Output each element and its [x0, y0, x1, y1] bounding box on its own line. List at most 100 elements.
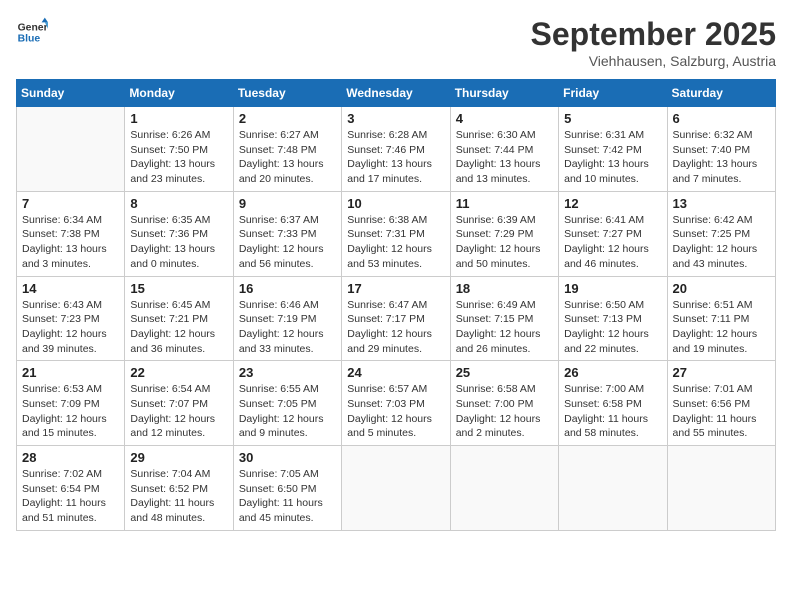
day-info: Sunrise: 6:54 AMSunset: 7:07 PMDaylight:… — [130, 382, 227, 441]
svg-text:Blue: Blue — [18, 34, 41, 45]
day-info: Sunrise: 7:01 AMSunset: 6:56 PMDaylight:… — [673, 382, 770, 441]
day-info: Sunrise: 6:37 AMSunset: 7:33 PMDaylight:… — [239, 213, 336, 272]
day-info: Sunrise: 6:28 AMSunset: 7:46 PMDaylight:… — [347, 128, 444, 187]
calendar-cell — [17, 107, 125, 192]
week-row-3: 14 Sunrise: 6:43 AMSunset: 7:23 PMDayligh… — [17, 276, 776, 361]
calendar-cell: 28 Sunrise: 7:02 AMSunset: 6:54 PMDayligh… — [17, 446, 125, 531]
day-number: 17 — [347, 281, 444, 296]
calendar-cell: 18 Sunrise: 6:49 AMSunset: 7:15 PMDayligh… — [450, 276, 558, 361]
day-number: 20 — [673, 281, 770, 296]
calendar-cell: 12Sunrise: 6:41 AMSunset: 7:27 PMDayligh… — [559, 191, 667, 276]
day-number: 26 — [564, 365, 661, 380]
day-info: Sunrise: 6:46 AMSunset: 7:19 PMDaylight:… — [239, 298, 336, 357]
day-number: 5 — [564, 111, 661, 126]
day-number: 16 — [239, 281, 336, 296]
calendar-cell: 17 Sunrise: 6:47 AMSunset: 7:17 PMDayligh… — [342, 276, 450, 361]
day-number: 23 — [239, 365, 336, 380]
weekday-header-row: SundayMondayTuesdayWednesdayThursdayFrid… — [17, 80, 776, 107]
day-info: Sunrise: 7:02 AMSunset: 6:54 PMDaylight:… — [22, 467, 119, 526]
calendar-cell: 22 Sunrise: 6:54 AMSunset: 7:07 PMDayligh… — [125, 361, 233, 446]
month-title: September 2025 — [531, 16, 776, 53]
calendar-cell: 29Sunrise: 7:04 AMSunset: 6:52 PMDayligh… — [125, 446, 233, 531]
day-number: 21 — [22, 365, 119, 380]
svg-text:General: General — [18, 22, 48, 33]
day-info: Sunrise: 6:47 AMSunset: 7:17 PMDaylight:… — [347, 298, 444, 357]
day-info: Sunrise: 6:31 AMSunset: 7:42 PMDaylight:… — [564, 128, 661, 187]
calendar-cell: 14 Sunrise: 6:43 AMSunset: 7:23 PMDayligh… — [17, 276, 125, 361]
day-number: 8 — [130, 196, 227, 211]
calendar-cell: 15 Sunrise: 6:45 AMSunset: 7:21 PMDayligh… — [125, 276, 233, 361]
calendar-cell: 10Sunrise: 6:38 AMSunset: 7:31 PMDayligh… — [342, 191, 450, 276]
calendar-cell: 21 Sunrise: 6:53 AMSunset: 7:09 PMDayligh… — [17, 361, 125, 446]
weekday-header-sunday: Sunday — [17, 80, 125, 107]
calendar-cell: 9 Sunrise: 6:37 AMSunset: 7:33 PMDaylight… — [233, 191, 341, 276]
day-info: Sunrise: 6:45 AMSunset: 7:21 PMDaylight:… — [130, 298, 227, 357]
day-number: 3 — [347, 111, 444, 126]
day-number: 15 — [130, 281, 227, 296]
calendar-cell — [559, 446, 667, 531]
day-number: 29 — [130, 450, 227, 465]
day-number: 19 — [564, 281, 661, 296]
calendar-cell: 19 Sunrise: 6:50 AMSunset: 7:13 PMDayligh… — [559, 276, 667, 361]
calendar-cell: 13 Sunrise: 6:42 AMSunset: 7:25 PMDayligh… — [667, 191, 775, 276]
week-row-4: 21 Sunrise: 6:53 AMSunset: 7:09 PMDayligh… — [17, 361, 776, 446]
day-number: 28 — [22, 450, 119, 465]
calendar-cell: 4Sunrise: 6:30 AMSunset: 7:44 PMDaylight… — [450, 107, 558, 192]
day-info: Sunrise: 6:39 AMSunset: 7:29 PMDaylight:… — [456, 213, 553, 272]
calendar-cell: 24 Sunrise: 6:57 AMSunset: 7:03 PMDayligh… — [342, 361, 450, 446]
day-info: Sunrise: 7:00 AMSunset: 6:58 PMDaylight:… — [564, 382, 661, 441]
day-info: Sunrise: 6:32 AMSunset: 7:40 PMDaylight:… — [673, 128, 770, 187]
weekday-header-saturday: Saturday — [667, 80, 775, 107]
day-number: 1 — [130, 111, 227, 126]
day-number: 11 — [456, 196, 553, 211]
day-number: 24 — [347, 365, 444, 380]
day-number: 4 — [456, 111, 553, 126]
day-number: 14 — [22, 281, 119, 296]
day-number: 25 — [456, 365, 553, 380]
weekday-header-thursday: Thursday — [450, 80, 558, 107]
header: General Blue September 2025 Viehhausen, … — [16, 16, 776, 69]
weekday-header-friday: Friday — [559, 80, 667, 107]
calendar-cell: 8 Sunrise: 6:35 AMSunset: 7:36 PMDaylight… — [125, 191, 233, 276]
calendar-table: SundayMondayTuesdayWednesdayThursdayFrid… — [16, 79, 776, 531]
week-row-2: 7 Sunrise: 6:34 AMSunset: 7:38 PMDaylight… — [17, 191, 776, 276]
day-info: Sunrise: 6:55 AMSunset: 7:05 PMDaylight:… — [239, 382, 336, 441]
calendar-cell — [342, 446, 450, 531]
calendar-cell: 20Sunrise: 6:51 AMSunset: 7:11 PMDayligh… — [667, 276, 775, 361]
day-info: Sunrise: 6:41 AMSunset: 7:27 PMDaylight:… — [564, 213, 661, 272]
day-info: Sunrise: 6:50 AMSunset: 7:13 PMDaylight:… — [564, 298, 661, 357]
day-number: 18 — [456, 281, 553, 296]
day-number: 13 — [673, 196, 770, 211]
day-number: 30 — [239, 450, 336, 465]
day-info: Sunrise: 6:26 AMSunset: 7:50 PMDaylight:… — [130, 128, 227, 187]
day-info: Sunrise: 6:49 AMSunset: 7:15 PMDaylight:… — [456, 298, 553, 357]
day-info: Sunrise: 6:42 AMSunset: 7:25 PMDaylight:… — [673, 213, 770, 272]
day-info: Sunrise: 6:35 AMSunset: 7:36 PMDaylight:… — [130, 213, 227, 272]
weekday-header-wednesday: Wednesday — [342, 80, 450, 107]
calendar-cell: 26 Sunrise: 7:00 AMSunset: 6:58 PMDayligh… — [559, 361, 667, 446]
week-row-5: 28 Sunrise: 7:02 AMSunset: 6:54 PMDayligh… — [17, 446, 776, 531]
day-number: 2 — [239, 111, 336, 126]
calendar-cell — [667, 446, 775, 531]
calendar-cell: 11 Sunrise: 6:39 AMSunset: 7:29 PMDayligh… — [450, 191, 558, 276]
calendar-cell: 6Sunrise: 6:32 AMSunset: 7:40 PMDaylight… — [667, 107, 775, 192]
day-number: 9 — [239, 196, 336, 211]
day-info: Sunrise: 6:53 AMSunset: 7:09 PMDaylight:… — [22, 382, 119, 441]
calendar-cell: 27Sunrise: 7:01 AMSunset: 6:56 PMDayligh… — [667, 361, 775, 446]
day-info: Sunrise: 6:38 AMSunset: 7:31 PMDaylight:… — [347, 213, 444, 272]
calendar-cell — [450, 446, 558, 531]
day-info: Sunrise: 6:57 AMSunset: 7:03 PMDaylight:… — [347, 382, 444, 441]
calendar-cell: 3 Sunrise: 6:28 AMSunset: 7:46 PMDaylight… — [342, 107, 450, 192]
calendar-cell: 5 Sunrise: 6:31 AMSunset: 7:42 PMDaylight… — [559, 107, 667, 192]
calendar-cell: 25Sunrise: 6:58 AMSunset: 7:00 PMDayligh… — [450, 361, 558, 446]
weekday-header-tuesday: Tuesday — [233, 80, 341, 107]
logo-icon: General Blue — [16, 16, 48, 48]
day-number: 22 — [130, 365, 227, 380]
day-info: Sunrise: 6:34 AMSunset: 7:38 PMDaylight:… — [22, 213, 119, 272]
day-info: Sunrise: 6:27 AMSunset: 7:48 PMDaylight:… — [239, 128, 336, 187]
day-info: Sunrise: 6:43 AMSunset: 7:23 PMDaylight:… — [22, 298, 119, 357]
title-area: September 2025 Viehhausen, Salzburg, Aus… — [531, 16, 776, 69]
week-row-1: 1 Sunrise: 6:26 AMSunset: 7:50 PMDaylight… — [17, 107, 776, 192]
calendar-cell: 16 Sunrise: 6:46 AMSunset: 7:19 PMDayligh… — [233, 276, 341, 361]
day-number: 7 — [22, 196, 119, 211]
